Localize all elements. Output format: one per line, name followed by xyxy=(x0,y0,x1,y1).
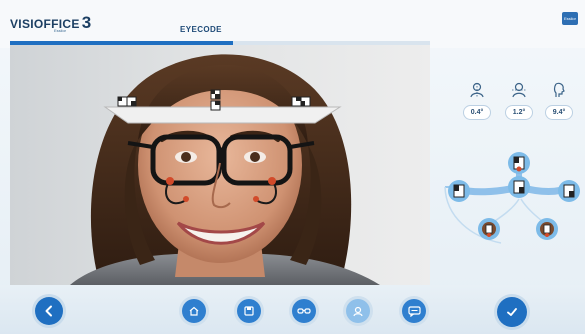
angle-item: 1.2° xyxy=(505,82,533,120)
logo-number: 3 xyxy=(81,13,92,32)
check-icon xyxy=(507,308,517,316)
angle-item: 9.4° xyxy=(545,82,573,120)
app-logo: VISIOFFICE 3 Essilor xyxy=(10,13,91,33)
head-turn-value: 1.2° xyxy=(505,105,533,120)
marker-left xyxy=(448,180,470,202)
head-profile-value: 9.4° xyxy=(545,105,573,120)
chat-button[interactable] xyxy=(402,299,426,323)
logo-text: VISIOFFICE xyxy=(10,17,80,31)
chat-icon xyxy=(407,306,421,317)
camera-view[interactable] xyxy=(10,45,430,285)
captured-face-photo xyxy=(70,54,380,285)
clip-markers-diagram xyxy=(444,152,580,244)
marker-lower-left xyxy=(478,218,500,240)
home-button[interactable] xyxy=(182,299,206,323)
marker-lower-right xyxy=(536,218,558,240)
head-posture-panel: 0.4° 1.2° 9.4° xyxy=(463,82,575,127)
home-icon xyxy=(189,306,199,316)
marker-center xyxy=(508,176,530,198)
app-window: VISIOFFICE 3 Essilor EYECODE Essilor 0.4… xyxy=(0,0,585,334)
head-tilt-value: 0.4° xyxy=(463,105,491,120)
page-title: EYECODE xyxy=(180,25,222,34)
bottom-toolbar xyxy=(0,285,585,334)
face-scan-icon xyxy=(353,306,363,317)
head-tilt-icon xyxy=(470,82,484,98)
back-button[interactable] xyxy=(35,297,63,325)
glasses-icon xyxy=(297,308,311,314)
brand-badge: Essilor xyxy=(562,12,578,25)
back-icon xyxy=(45,305,52,317)
head-profile-icon xyxy=(553,82,565,97)
confirm-button[interactable] xyxy=(497,297,527,327)
angle-item: 0.4° xyxy=(463,82,491,120)
marker-top xyxy=(508,152,530,174)
marker-right xyxy=(558,180,580,202)
head-turn-icon xyxy=(512,82,526,98)
face-scan-button[interactable] xyxy=(346,299,370,323)
frame-button[interactable] xyxy=(292,299,316,323)
header: VISIOFFICE 3 Essilor EYECODE Essilor xyxy=(0,0,585,48)
save-button[interactable] xyxy=(237,299,261,323)
save-icon xyxy=(244,306,254,316)
logo-subtitle: Essilor xyxy=(54,28,67,33)
